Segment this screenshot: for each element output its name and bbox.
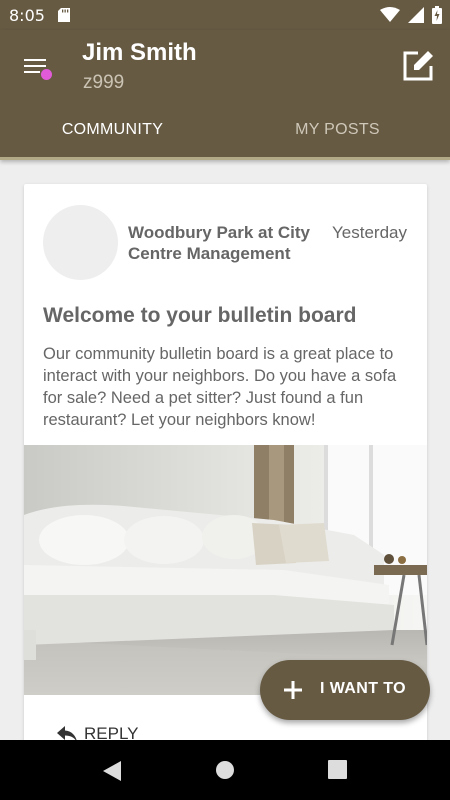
user-id: z999 [83,72,125,93]
app-header: Jim Smith z999 COMMUNITY MY POSTS [0,30,450,160]
post-body: Our community bulletin board is a great … [43,345,397,429]
battery-icon [432,6,442,24]
avatar [43,205,118,280]
tab-my-posts[interactable]: MY POSTS [225,115,450,160]
compose-icon[interactable] [400,48,436,84]
notification-badge [40,68,53,81]
system-nav-bar [0,740,450,800]
tab-bar: COMMUNITY MY POSTS [0,115,450,160]
plus-icon [284,681,302,699]
post-title: Welcome to your bulletin board [43,304,357,327]
tab-community[interactable]: COMMUNITY [0,115,225,160]
recent-apps-icon[interactable] [328,760,347,779]
sofa-image [24,445,427,695]
menu-icon [24,59,46,61]
menu-button[interactable] [22,54,53,84]
back-icon[interactable] [101,760,123,782]
i-want-to-button[interactable]: I WANT TO [260,660,430,720]
sd-card-icon [58,8,70,22]
status-bar: 8:05 [0,0,450,30]
user-name: Jim Smith [82,39,197,66]
signal-icon [408,7,424,23]
home-icon[interactable] [215,760,235,780]
wifi-icon [380,7,400,22]
fab-label: I WANT TO [320,680,406,697]
post-date: Yesterday [332,223,407,242]
tab-divider [0,157,450,160]
post-author: Woodbury Park at City Centre Management [128,223,310,263]
status-time: 8:05 [9,6,45,25]
